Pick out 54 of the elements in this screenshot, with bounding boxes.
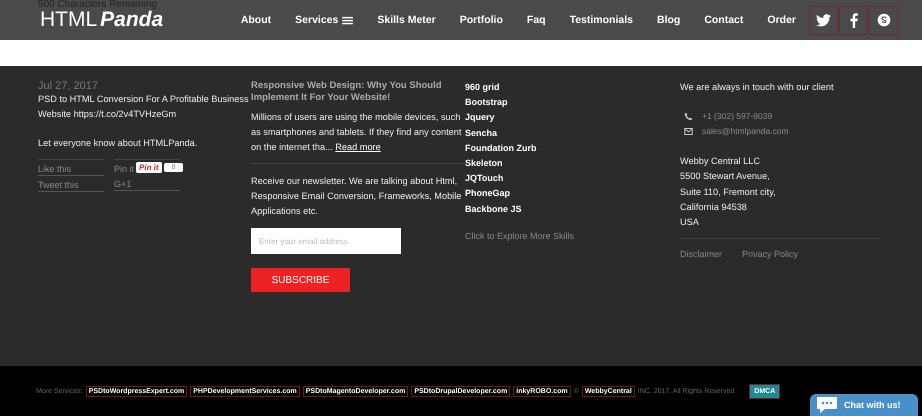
skill-link[interactable]: Foundation Zurb [465,140,680,156]
nav-link[interactable]: About [240,14,272,26]
skill-link[interactable]: 960 grid [465,80,680,96]
nav-link[interactable]: Faq [526,14,546,26]
facebook-icon [850,12,858,28]
pin-it-button[interactable]: Pin it [136,162,162,173]
blog-excerpt: Millions of users are using the mobile devices, such as smartphones and tablets. If they find any content on the internet tha... Read more [251,111,462,154]
phone-number: +1 (302) 597-9039 [702,110,772,123]
nav-link[interactable]: Skills Meter [377,14,436,26]
share-prompt: Let everyone know about HTMLPanda. [38,137,198,150]
address-line: Webby Central LLC [680,155,762,168]
social-button[interactable] [869,6,898,34]
envelope-icon [684,127,693,136]
tweet-date: Jul 27, 2017 [38,80,99,92]
address-line: California 94538 [680,200,748,214]
contact-intro: We are always in touch with our client [680,81,835,94]
address-line: USA [680,216,700,230]
address-line: Suite 110, Fremont city, [680,186,777,199]
skill-link[interactable]: Backbone JS [465,202,680,217]
read-more-link[interactable]: Read more [335,142,381,152]
newsletter-text: Receive our newsletter. We are talking about Html, Responsive Email Conversion, Frameworks, Mobile Applications etc. [251,175,462,218]
share-link[interactable]: Pin it [114,160,134,175]
blog-title[interactable]: Responsive Web Design: Why You Should Implement It For Your Website! [251,80,465,104]
skill-link[interactable]: JQTouch [465,171,680,186]
nav-link[interactable]: Testimonials [570,14,633,26]
skill-link[interactable]: Jquery [465,110,680,126]
nav-link[interactable]: Services [295,14,354,26]
address-line: 5500 Stewart Avenue, [680,170,771,184]
skill-link[interactable]: Skeleton [465,156,680,172]
phone-icon [684,112,693,121]
share-link[interactable]: Tweet this [38,176,104,192]
share-link[interactable]: G+1 [114,175,180,191]
email-link[interactable]: sales@htmlpanda.com [702,124,789,139]
social-button[interactable] [839,6,868,34]
tweet-text: PSD to HTML Conversion For A Profitable Business Website https://t.co/2v4TVHzeGm [38,93,250,121]
nav-link[interactable]: Portfolio [460,14,503,26]
speech-bubble-icon [816,396,838,414]
subscribe-button[interactable]: SUBSCRIBE [251,268,350,292]
social-button[interactable] [809,6,838,34]
bird-icon [816,14,831,26]
skill-link[interactable]: PhoneGap [465,186,680,202]
skype-icon [876,13,890,27]
email-field[interactable]: Enter your email address [251,228,401,254]
nav-link[interactable]: Blog [656,14,680,26]
nav-link[interactable]: Contact [704,14,744,26]
footer-link[interactable]: Disclaimer [680,249,722,260]
skill-link[interactable]: Bootstrap [465,95,680,110]
explore-skills-link[interactable]: Click to Explore More Skills [465,230,680,241]
nav-link[interactable]: Order [767,14,796,26]
skill-link[interactable]: Sencha [465,126,680,141]
menu-icon [342,16,354,24]
footer-link[interactable]: Privacy Policy [742,249,798,260]
logo[interactable]: HTMLPanda [40,8,164,32]
share-link[interactable]: Like this [38,160,104,176]
